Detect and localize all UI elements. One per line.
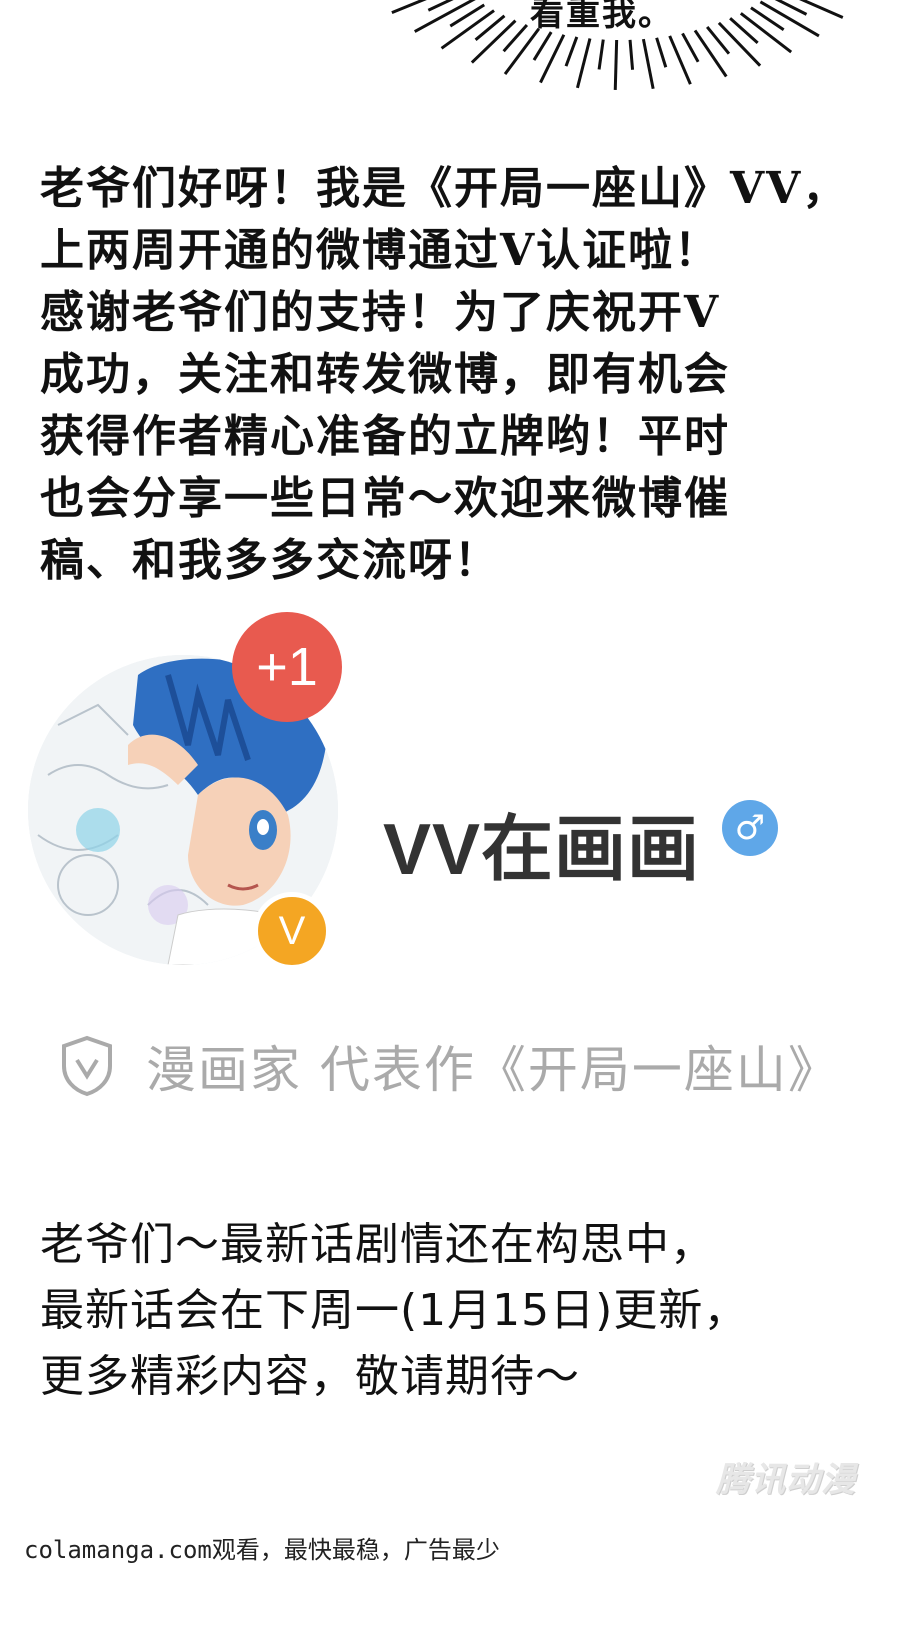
- burst-line: [564, 36, 579, 67]
- burst-line: [693, 29, 728, 78]
- notification-badge: +1: [232, 612, 342, 722]
- burst-line: [532, 31, 553, 61]
- intro-line: 稿、和我多多交流呀！: [40, 535, 500, 586]
- notice-line: 老爷们～最新话剧情还在构思中，: [40, 1219, 715, 1270]
- burst-line: [717, 21, 762, 67]
- speech-bubble-text: 看重我。: [530, 0, 674, 34]
- notice-line: 最新话会在下周一(1月15日)更新，: [40, 1285, 749, 1336]
- intro-line: 上两周开通的微博通过V认证啦！: [40, 225, 721, 276]
- footer-text: colamanga.com观看，最快最稳，广告最少: [24, 1536, 500, 1564]
- update-notice: 老爷们～最新话剧情还在构思中， 最新话会在下周一(1月15日)更新， 更多精彩内…: [40, 1212, 870, 1410]
- male-gender-icon: ♂: [722, 800, 778, 856]
- verification-info: 漫画家 代表作《开局一座山》: [60, 1030, 840, 1102]
- intro-line: 老爷们好呀！我是《开局一座山》VV，: [40, 163, 849, 214]
- burst-line: [503, 27, 541, 75]
- burst-line: [681, 32, 700, 63]
- burst-line: [470, 19, 517, 64]
- verified-badge-icon: V: [253, 892, 331, 970]
- profile-username[interactable]: VV在画画: [383, 790, 700, 895]
- watermark-logo: 腾讯动漫: [716, 1460, 856, 1500]
- intro-paragraph: 老爷们好呀！我是《开局一座山》VV， 上两周开通的微博通过V认证啦！ 感谢老爷们…: [40, 158, 870, 592]
- burst-line: [655, 37, 668, 68]
- intro-line: 成功，关注和转发微博，即有机会: [40, 349, 730, 400]
- intro-line: 获得作者精心准备的立牌哟！平时: [40, 411, 730, 462]
- burst-line: [774, 0, 808, 16]
- intro-line: 也会分享一些日常～欢迎来微博催: [40, 473, 730, 524]
- burst-line: [641, 38, 655, 90]
- burst-line: [575, 38, 592, 89]
- shield-verified-icon: [62, 1035, 112, 1097]
- burst-line: [613, 39, 619, 91]
- notice-line: 更多精彩内容，敬请期待～: [40, 1351, 580, 1402]
- burst-line: [799, 0, 844, 19]
- intro-line: 感谢老爷们的支持！为了庆祝开V: [40, 287, 721, 338]
- burst-line: [597, 39, 605, 70]
- burst-line: [628, 39, 635, 70]
- verification-text: 漫画家 代表作《开局一座山》: [146, 1041, 840, 1099]
